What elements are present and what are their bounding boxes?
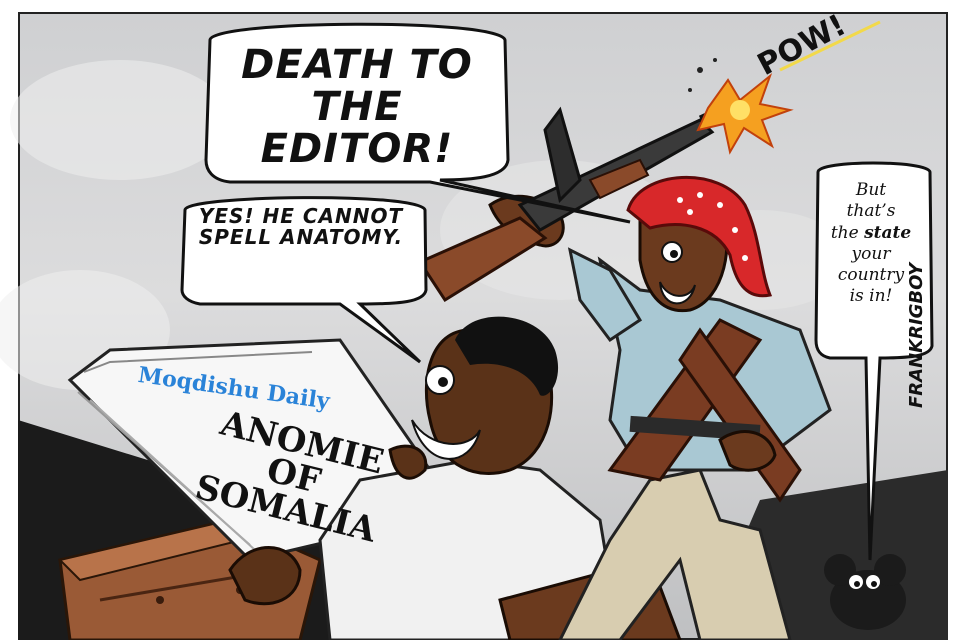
mouse-line-3: the state: [818, 223, 924, 244]
speech-bubble-reader: YES! HE CANNOT SPELL ANATOMY.: [198, 204, 404, 249]
mouse-line-3-bold: state: [864, 222, 912, 243]
cartoon-frame: DEATH TO THE EDITOR! YES! HE CANNOT SPEL…: [0, 0, 960, 640]
speech-bubble-militant: DEATH TO THE EDITOR!: [241, 42, 473, 172]
mouse-line-1: But: [855, 180, 887, 200]
mouse-line-2: that’s: [846, 201, 896, 222]
artist-signature: FRANKRIGBOY: [906, 262, 927, 408]
mouse-line-3-pre: the: [830, 222, 859, 243]
mouse-line-4: your: [851, 243, 891, 264]
